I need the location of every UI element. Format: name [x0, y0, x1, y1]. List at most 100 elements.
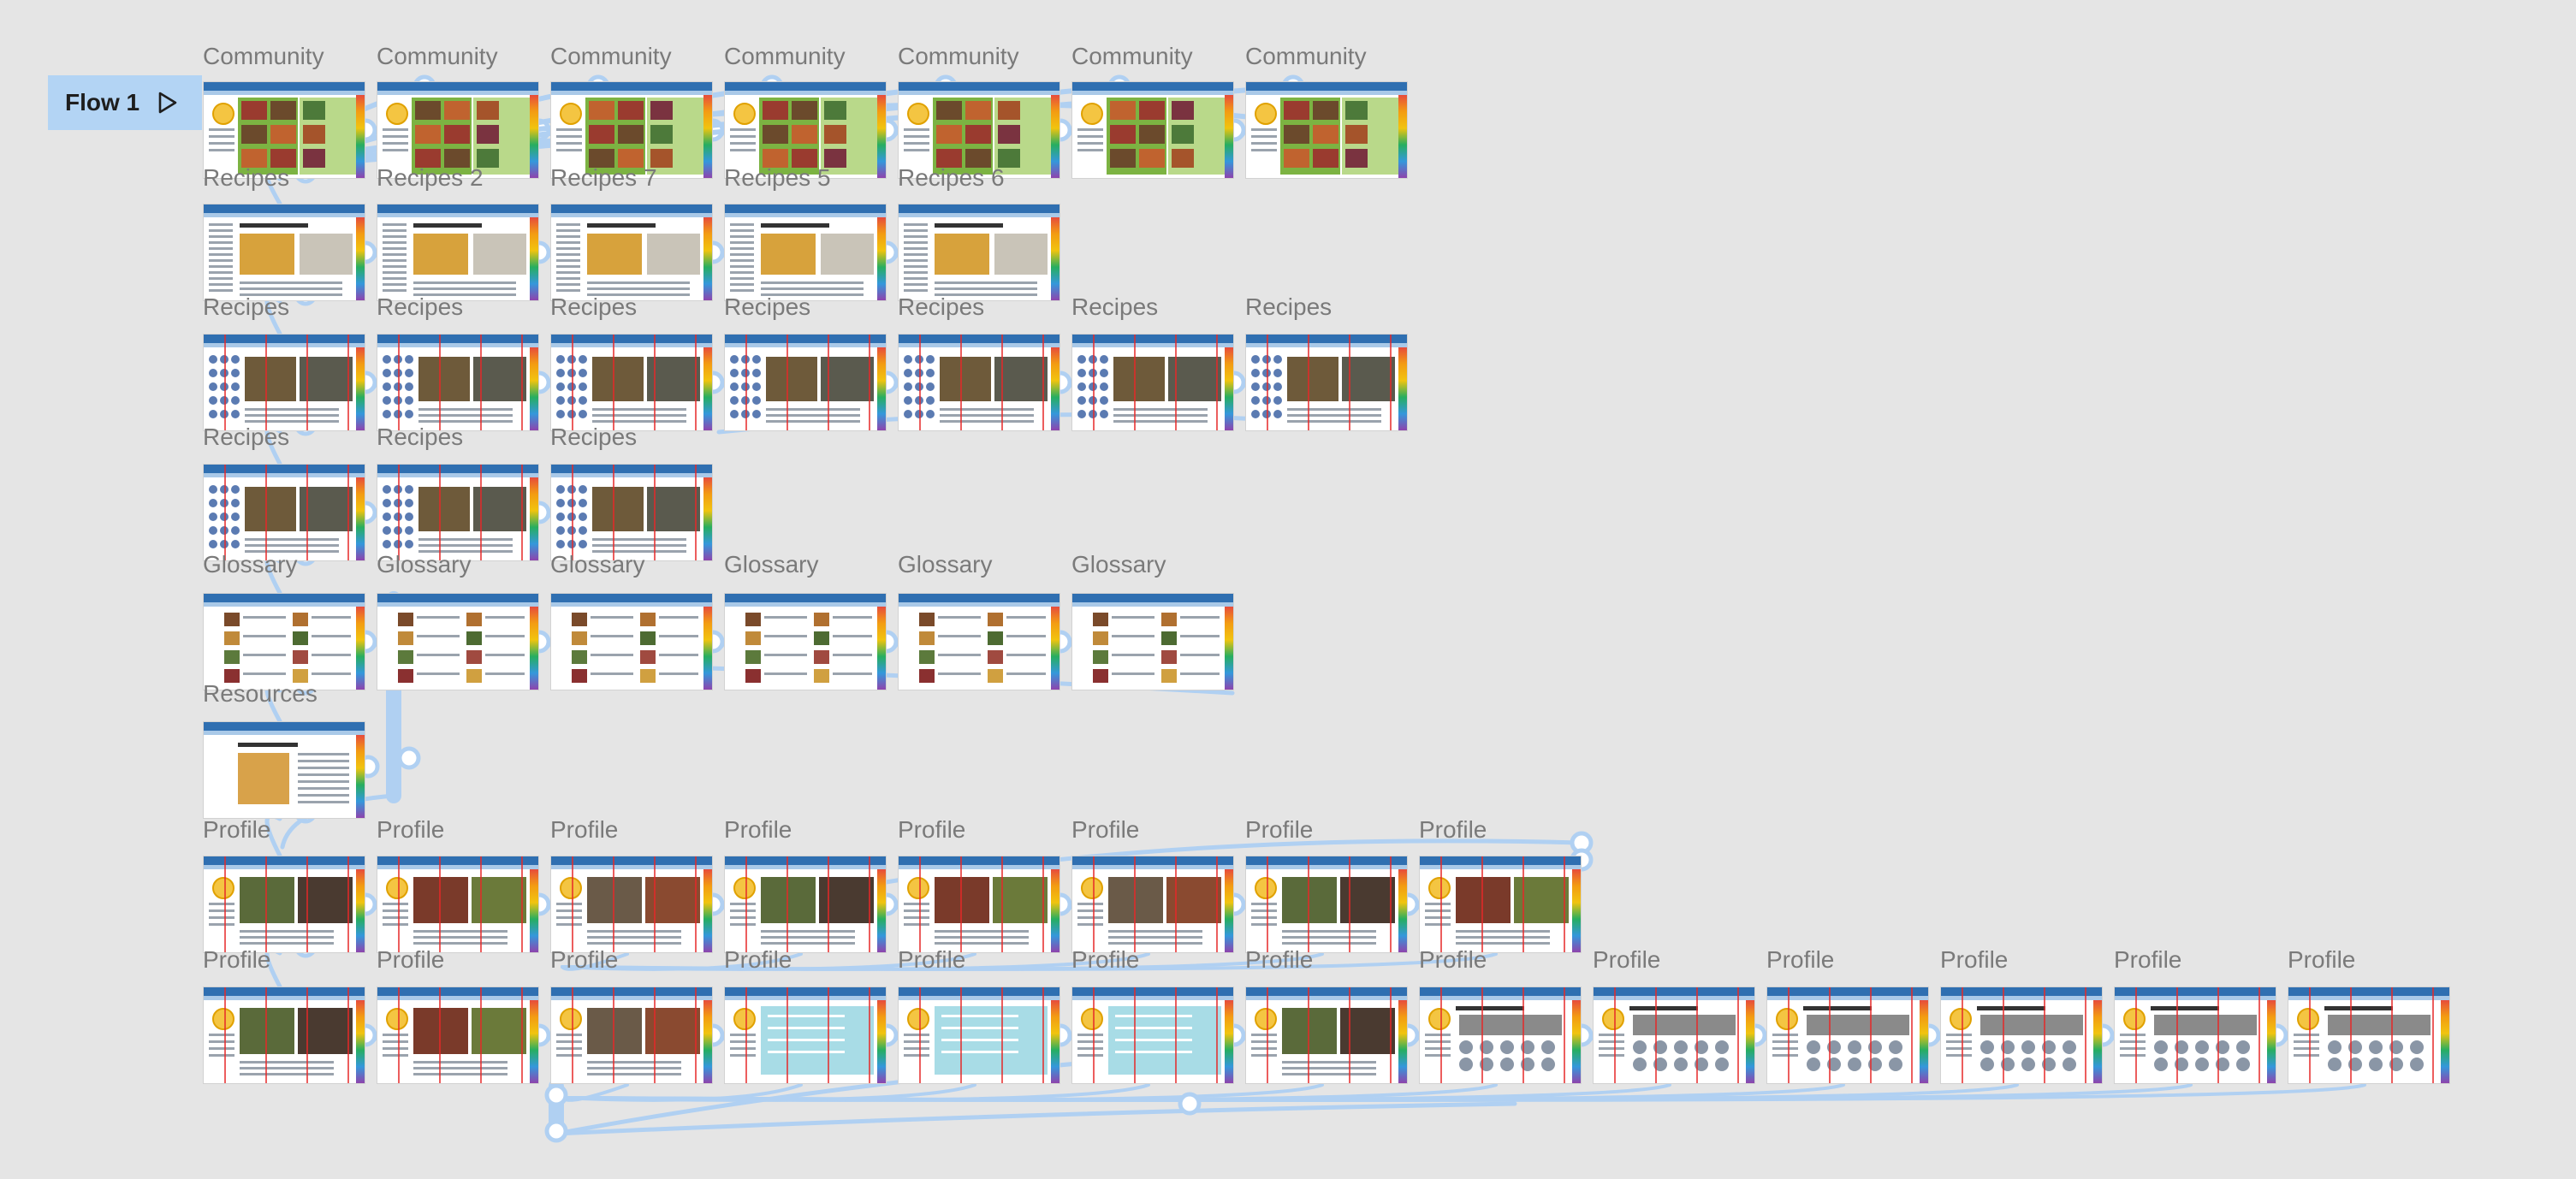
connector-line[interactable] [710, 897, 727, 912]
frame-title[interactable]: Recipes [1245, 294, 1332, 320]
frame-title[interactable]: Community [898, 44, 1019, 69]
frame-title[interactable]: Profile [1071, 947, 1139, 973]
frame-thumbnail-glossary[interactable] [550, 593, 713, 690]
connector-line[interactable] [884, 375, 900, 390]
connector-line[interactable] [537, 897, 553, 912]
frame-title[interactable]: Profile [1419, 817, 1487, 843]
frame-title[interactable]: Profile [2288, 947, 2355, 973]
frame-thumbnail-profile2[interactable] [550, 986, 713, 1084]
frame-title[interactable]: Community [1245, 44, 1367, 69]
frame-thumbnail-recipes-grid[interactable] [898, 334, 1060, 431]
frame-title[interactable]: Profile [1940, 947, 2008, 973]
frame-thumbnail-recipes-grid[interactable] [203, 464, 365, 561]
connector-line[interactable] [561, 1083, 1671, 1102]
frame-thumbnail-community[interactable] [1071, 81, 1234, 179]
frame-thumbnail-recipes-grid[interactable] [1071, 334, 1234, 431]
frame-title[interactable]: Glossary [724, 552, 818, 578]
frame-title[interactable]: Profile [203, 947, 270, 973]
flow-start-badge[interactable]: Flow 1 [48, 75, 202, 130]
connector-line[interactable] [561, 1083, 2193, 1102]
frame-thumbnail-glossary[interactable] [724, 593, 887, 690]
connector-line[interactable] [561, 1083, 1498, 1102]
frame-thumbnail-community[interactable] [1245, 81, 1408, 179]
connector-line[interactable] [1058, 375, 1074, 390]
frame-thumbnail-profile2[interactable] [1071, 986, 1234, 1084]
frame-title[interactable]: Profile [550, 947, 618, 973]
frame-thumbnail-recipes-doc[interactable] [724, 204, 887, 301]
frame-thumbnail-recipes-doc[interactable] [898, 204, 1060, 301]
connector-line[interactable] [1232, 1028, 1248, 1043]
frame-thumbnail-resources[interactable] [203, 721, 365, 819]
connector-line[interactable] [884, 245, 900, 260]
connector-line[interactable] [561, 1083, 1324, 1102]
frame-title[interactable]: Recipes [377, 424, 463, 450]
frame-thumbnail-profile[interactable] [724, 856, 887, 953]
frame-title[interactable]: Glossary [1071, 552, 1166, 578]
connector-line[interactable] [710, 122, 727, 138]
connector-line[interactable] [561, 1083, 1845, 1102]
frame-title[interactable]: Recipes 6 [898, 165, 1005, 191]
frame-title[interactable]: Community [203, 44, 324, 69]
connector-line[interactable] [1926, 1028, 1943, 1043]
frame-title[interactable]: Profile [1593, 947, 1660, 973]
connector-line[interactable] [884, 634, 900, 649]
frame-title[interactable]: Recipes [203, 424, 289, 450]
connector-line[interactable] [363, 1028, 379, 1043]
frame-title[interactable]: Recipes 7 [550, 165, 657, 191]
connector-line[interactable] [561, 1083, 2366, 1102]
connector-line[interactable] [537, 245, 553, 260]
frame-thumbnail-profile2[interactable] [898, 986, 1060, 1084]
frame-title[interactable]: Recipes 5 [724, 165, 831, 191]
connector-line[interactable] [884, 1028, 900, 1043]
connector-node[interactable] [544, 1083, 568, 1107]
connector-node[interactable] [397, 746, 421, 770]
connector-line[interactable] [710, 1028, 727, 1043]
frame-thumbnail-recipes-grid[interactable] [550, 334, 713, 431]
connector-line[interactable] [884, 897, 900, 912]
connector-line[interactable] [1058, 122, 1074, 138]
frame-title[interactable]: Community [377, 44, 498, 69]
frame-thumbnail-profile2[interactable] [1940, 986, 2103, 1084]
connector-line[interactable] [1058, 634, 1074, 649]
frame-title[interactable]: Glossary [898, 552, 992, 578]
frame-title[interactable]: Profile [898, 947, 965, 973]
frame-thumbnail-glossary[interactable] [377, 593, 539, 690]
frame-thumbnail-recipes-grid[interactable] [550, 464, 713, 561]
connector-line[interactable] [2100, 1028, 2116, 1043]
frame-title[interactable]: Profile [1766, 947, 1834, 973]
frame-title[interactable]: Profile [203, 817, 270, 843]
frame-title[interactable]: Profile [377, 947, 444, 973]
frame-title[interactable]: Profile [1419, 947, 1487, 973]
frame-thumbnail-recipes-grid[interactable] [377, 464, 539, 561]
connector-line[interactable] [1753, 1028, 1769, 1043]
frame-title[interactable]: Profile [550, 817, 618, 843]
frame-title[interactable]: Recipes 2 [377, 165, 484, 191]
frame-thumbnail-profile2[interactable] [1766, 986, 1929, 1084]
prototype-canvas[interactable]: Flow 1 Community Community Community Commun… [0, 0, 2576, 1179]
connector-line[interactable] [884, 122, 900, 138]
frame-title[interactable]: Profile [1245, 947, 1313, 973]
frame-thumbnail-profile[interactable] [1245, 856, 1408, 953]
frame-title[interactable]: Profile [377, 817, 444, 843]
connector-node[interactable] [1570, 831, 1594, 855]
connector-line[interactable] [537, 122, 553, 138]
frame-thumbnail-profile2[interactable] [724, 986, 887, 1084]
frame-thumbnail-glossary[interactable] [203, 593, 365, 690]
frame-title[interactable]: Profile [898, 817, 965, 843]
connector-line[interactable] [561, 1083, 1150, 1102]
connector-line[interactable] [710, 375, 727, 390]
connector-line[interactable] [561, 1083, 629, 1102]
frame-thumbnail-profile[interactable] [203, 856, 365, 953]
connector-line[interactable] [363, 122, 379, 138]
connector-line[interactable] [363, 245, 379, 260]
frame-title[interactable]: Recipes [550, 424, 637, 450]
frame-title[interactable]: Recipes [203, 294, 289, 320]
frame-thumbnail-profile2[interactable] [2114, 986, 2276, 1084]
frame-thumbnail-profile2[interactable] [2288, 986, 2450, 1084]
frame-title[interactable]: Recipes [203, 165, 289, 191]
frame-thumbnail-profile2[interactable] [377, 986, 539, 1084]
connector-line[interactable] [710, 245, 727, 260]
connector-line[interactable] [363, 634, 379, 649]
frame-thumbnail-recipes-grid[interactable] [724, 334, 887, 431]
frame-thumbnail-glossary[interactable] [1071, 593, 1234, 690]
